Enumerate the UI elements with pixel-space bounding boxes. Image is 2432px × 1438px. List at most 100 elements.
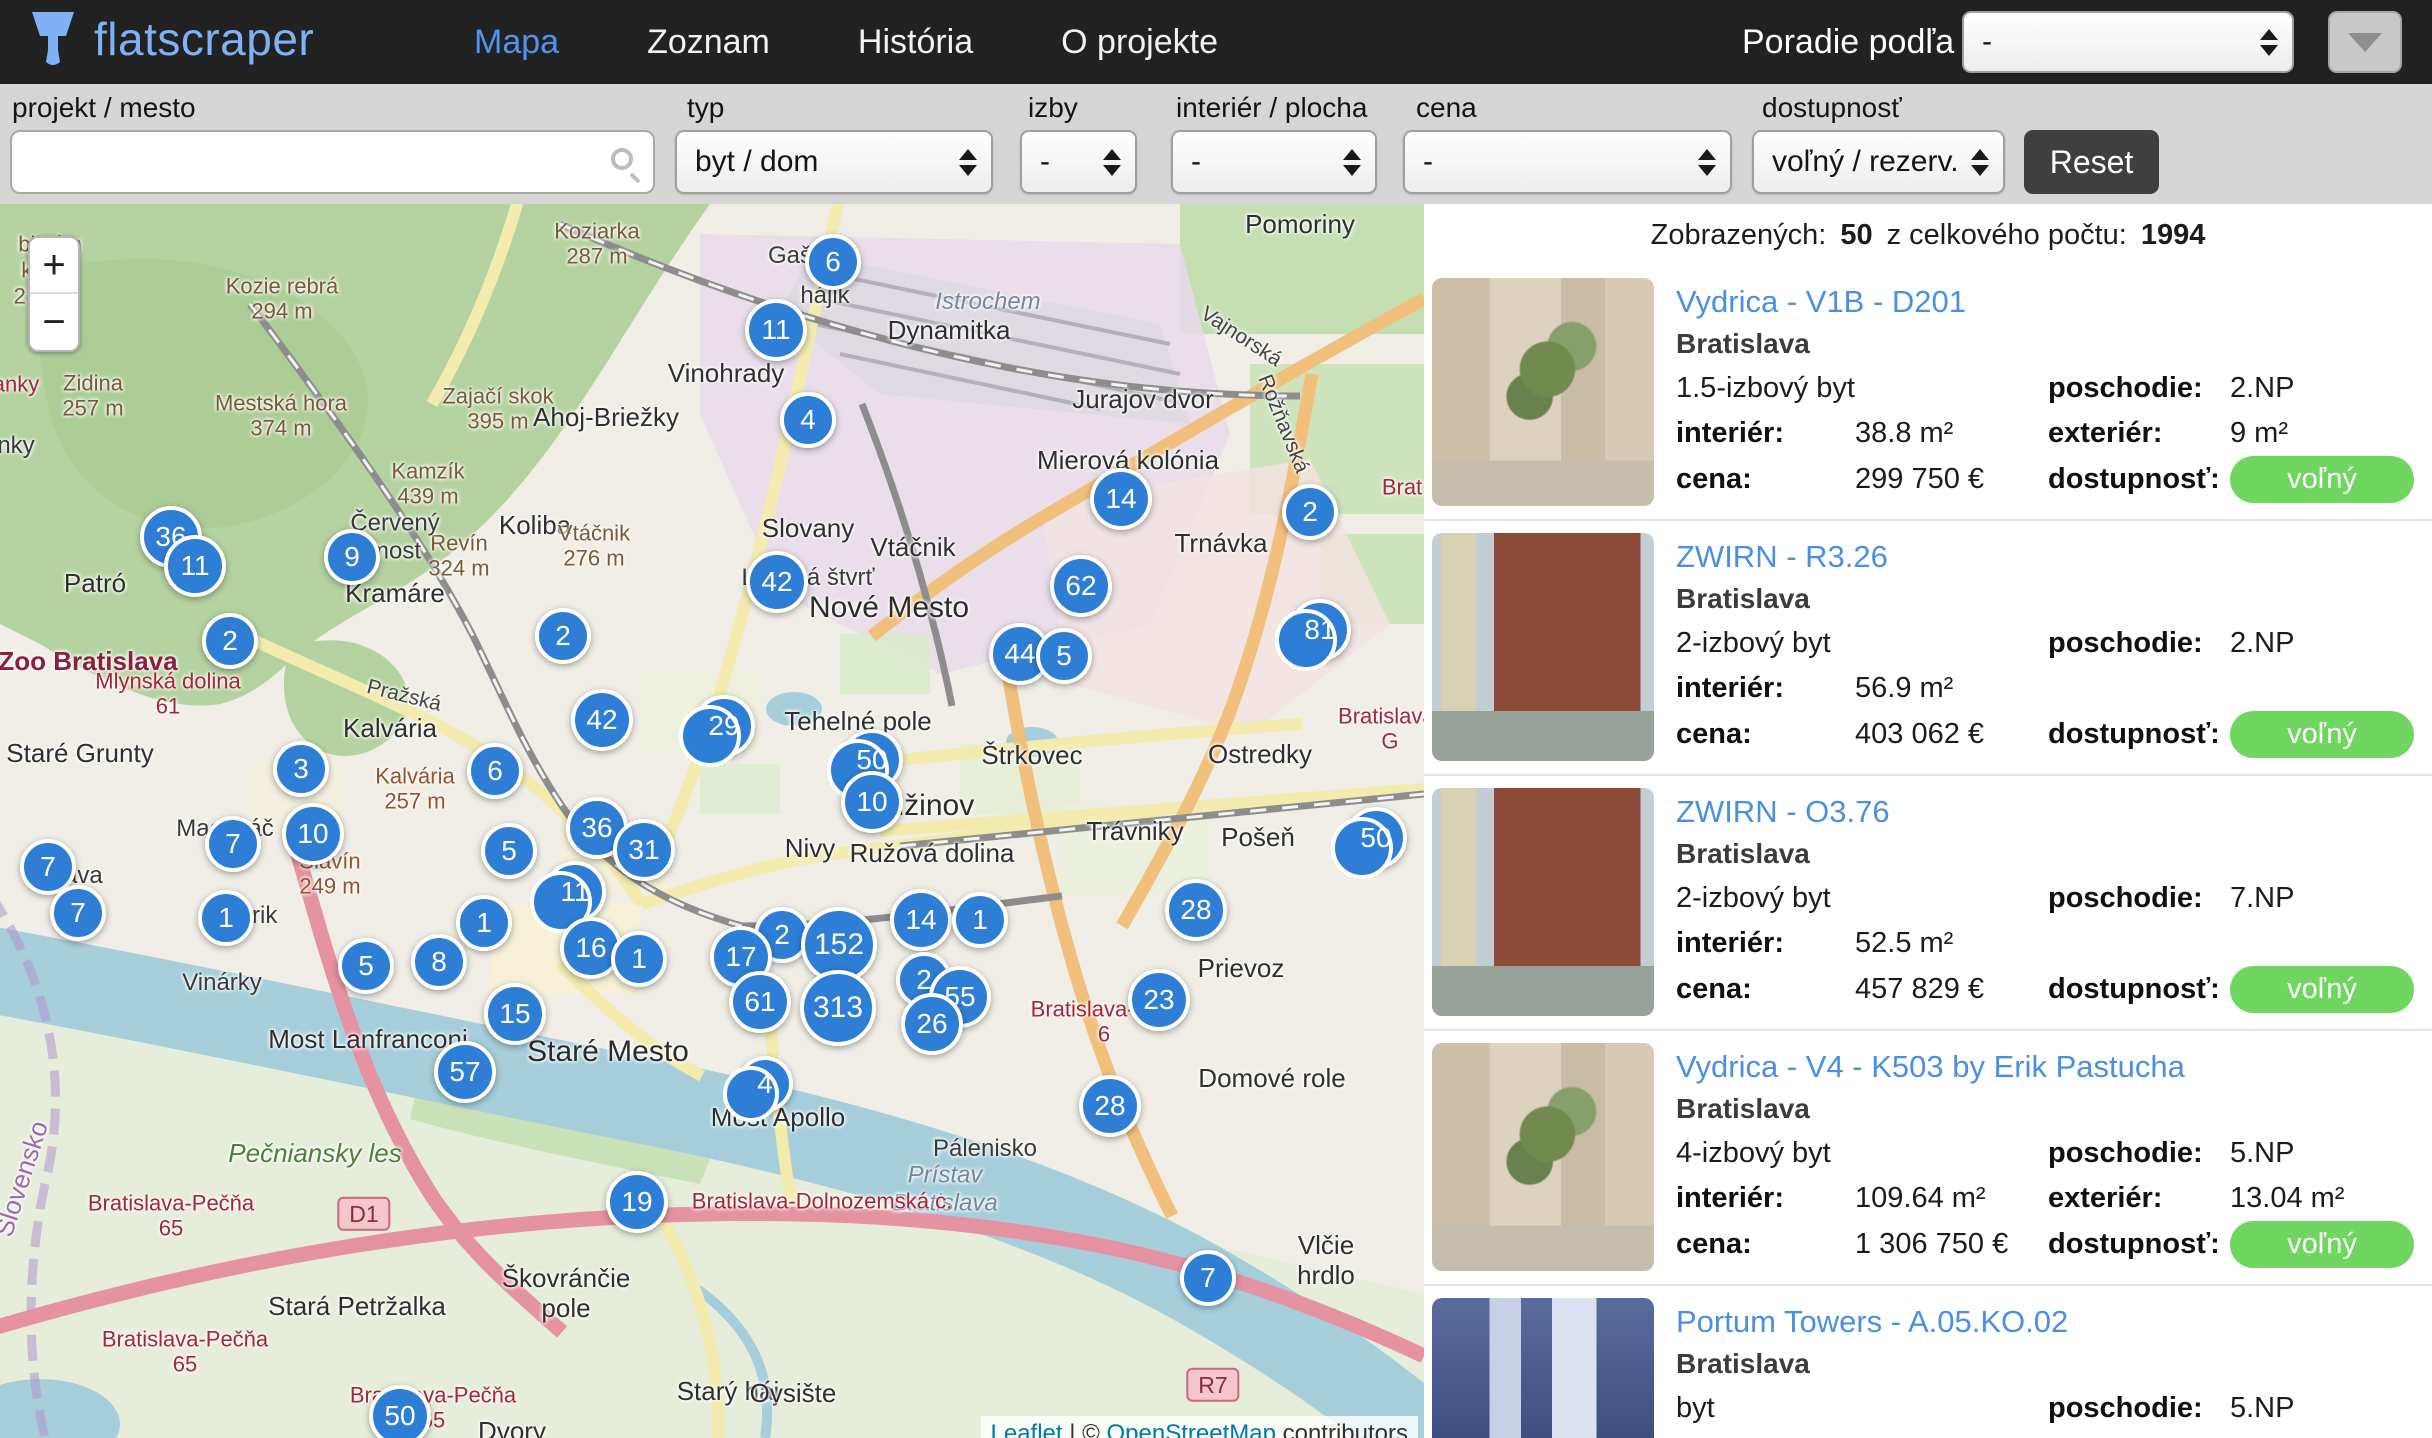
cluster-marker[interactable]: 9 bbox=[324, 529, 380, 585]
interior-area-select[interactable]: - bbox=[1171, 130, 1377, 194]
cluster-marker[interactable]: 5 bbox=[338, 938, 394, 994]
price-label: cena: bbox=[1676, 718, 1855, 751]
openstreetmap-link[interactable]: OpenStreetMap bbox=[1107, 1420, 1276, 1438]
cluster-marker[interactable]: 4 bbox=[737, 1056, 793, 1112]
reset-button[interactable]: Reset bbox=[2024, 130, 2159, 194]
cluster-marker[interactable]: 19 bbox=[606, 1171, 668, 1233]
cluster-marker[interactable]: 7 bbox=[205, 816, 261, 872]
cluster-marker[interactable]: 28 bbox=[1079, 1075, 1141, 1137]
search-icon bbox=[611, 148, 633, 170]
listing-city: Bratislava bbox=[1676, 583, 1810, 615]
zoom-in-button[interactable]: + bbox=[30, 238, 78, 294]
cluster-marker[interactable]: 6 bbox=[805, 234, 861, 290]
brand-logo[interactable]: flatscraper bbox=[26, 10, 314, 68]
cluster-marker[interactable]: 1 bbox=[456, 895, 512, 951]
cluster-marker[interactable]: 2 bbox=[1282, 484, 1338, 540]
listing-title-link[interactable]: ZWIRN - R3.26 bbox=[1676, 539, 1888, 575]
listing-photo[interactable] bbox=[1432, 533, 1654, 761]
cluster-marker[interactable]: 5 bbox=[1036, 628, 1092, 684]
rooms-select[interactable]: - bbox=[1020, 130, 1137, 194]
nav-item-zoznam[interactable]: Zoznam bbox=[603, 23, 814, 62]
interior-value: 38.8 m² bbox=[1855, 417, 2048, 450]
listing-card[interactable]: ZWIRN - O3.76 Bratislava 2-izbový byt po… bbox=[1424, 776, 2432, 1031]
cluster-marker[interactable]: 15 bbox=[484, 983, 546, 1045]
cluster-marker[interactable]: 14 bbox=[1090, 468, 1152, 530]
project-city-search-input[interactable] bbox=[26, 136, 586, 188]
cluster-marker[interactable]: 1 bbox=[611, 931, 667, 987]
cluster-marker[interactable]: 5 bbox=[481, 823, 537, 879]
sort-by-value: - bbox=[1982, 25, 1992, 59]
listing-title-link[interactable]: ZWIRN - O3.76 bbox=[1676, 794, 1890, 830]
listing-photo[interactable] bbox=[1432, 788, 1654, 1016]
cluster-marker[interactable]: 1 bbox=[952, 892, 1008, 948]
cluster-marker[interactable]: 26 bbox=[901, 993, 963, 1055]
brand-name: flatscraper bbox=[94, 12, 314, 66]
cluster-marker[interactable]: 10 bbox=[282, 803, 344, 865]
nav-item-historia[interactable]: História bbox=[814, 23, 1017, 62]
cluster-marker[interactable]: 4 bbox=[780, 392, 836, 448]
listing-photo[interactable] bbox=[1432, 278, 1654, 506]
availability-badge: voľný bbox=[2230, 711, 2414, 758]
listing-photo[interactable] bbox=[1432, 1298, 1654, 1438]
cluster-marker[interactable]: 8 bbox=[411, 934, 467, 990]
price-value: 457 829 € bbox=[1855, 973, 2048, 1006]
listing-card[interactable]: ZWIRN - R3.26 Bratislava 2-izbový byt po… bbox=[1424, 521, 2432, 776]
interior-label: interiér: bbox=[1676, 1182, 1855, 1215]
price-select[interactable]: - bbox=[1403, 130, 1732, 194]
cluster-marker[interactable]: 7 bbox=[1180, 1250, 1236, 1306]
cluster-marker[interactable]: 42 bbox=[746, 551, 808, 613]
cluster-marker[interactable]: 31 bbox=[613, 819, 675, 881]
search-label: projekt / mesto bbox=[12, 92, 196, 124]
cluster-marker[interactable]: 57 bbox=[434, 1041, 496, 1103]
listing-title-link[interactable]: Vydrica - V4 - K503 by Erik Pastucha bbox=[1676, 1049, 2185, 1085]
floor-value: 2.NP bbox=[2230, 627, 2418, 660]
cluster-marker[interactable]: 2 bbox=[535, 608, 591, 664]
zoom-out-button[interactable]: − bbox=[30, 294, 78, 350]
type-select-value: byt / dom bbox=[695, 145, 818, 179]
listing-card[interactable]: Vydrica - V1B - D201 Bratislava 1.5-izbo… bbox=[1424, 266, 2432, 521]
availability-label: dostupnosť: bbox=[2048, 1228, 2230, 1261]
cluster-marker[interactable]: 61 bbox=[729, 971, 791, 1033]
cluster-marker[interactable]: 62 bbox=[1050, 555, 1112, 617]
cluster-marker[interactable]: 11 bbox=[164, 535, 226, 597]
cluster-marker[interactable]: 3 bbox=[273, 741, 329, 797]
cluster-marker[interactable]: 2 bbox=[202, 613, 258, 669]
listing-card[interactable]: Portum Towers - A.05.KO.02 Bratislava by… bbox=[1424, 1286, 2432, 1438]
type-select[interactable]: byt / dom bbox=[675, 130, 993, 194]
interior-value: 56.9 m² bbox=[1855, 672, 2048, 705]
availability-select[interactable]: voľný / rezerv. bbox=[1752, 130, 2005, 194]
map-canvas[interactable]: PomorinyKoziarka 287 mGašhájikDynamitkaI… bbox=[0, 204, 1424, 1438]
cluster-marker[interactable]: 10 bbox=[841, 771, 903, 833]
price-label: cena: bbox=[1676, 463, 1855, 496]
exterior-value: 13.04 m² bbox=[2230, 1182, 2418, 1215]
select-arrows-icon bbox=[1343, 149, 1361, 176]
nav-item-o-projekte[interactable]: O projekte bbox=[1017, 23, 1262, 62]
listing-card[interactable]: Vydrica - V4 - K503 by Erik Pastucha Bra… bbox=[1424, 1031, 2432, 1286]
leaflet-link[interactable]: Leaflet bbox=[991, 1420, 1063, 1438]
nav-item-mapa[interactable]: Mapa bbox=[430, 23, 603, 62]
sort-direction-button[interactable] bbox=[2328, 11, 2402, 73]
listing-type: 4-izbový byt bbox=[1676, 1137, 2048, 1170]
cluster-marker[interactable]: 313 bbox=[800, 970, 876, 1046]
listing-photo[interactable] bbox=[1432, 1043, 1654, 1271]
cluster-marker[interactable]: 50 bbox=[369, 1385, 431, 1438]
floor-label: poschodie: bbox=[2048, 1392, 2230, 1425]
cluster-marker[interactable]: 23 bbox=[1128, 969, 1190, 1031]
cluster-marker[interactable]: 11 bbox=[544, 861, 606, 923]
interior-area-label: interiér / plocha bbox=[1176, 92, 1367, 124]
cluster-marker[interactable]: 28 bbox=[1165, 879, 1227, 941]
shown-label: Zobrazených: bbox=[1651, 219, 1827, 252]
cluster-marker[interactable]: 81 bbox=[1289, 599, 1351, 661]
cluster-marker[interactable]: 6 bbox=[467, 743, 523, 799]
cluster-marker[interactable]: 1 bbox=[198, 890, 254, 946]
listing-title-link[interactable]: Portum Towers - A.05.KO.02 bbox=[1676, 1304, 2068, 1340]
interior-value: 109.64 m² bbox=[1855, 1182, 2048, 1215]
cluster-marker[interactable]: 14 bbox=[890, 889, 952, 951]
cluster-marker[interactable]: 7 bbox=[50, 885, 106, 941]
sort-by-select[interactable]: - bbox=[1962, 11, 2294, 73]
cluster-marker[interactable]: 50 bbox=[1345, 807, 1407, 869]
cluster-marker[interactable]: 42 bbox=[571, 689, 633, 751]
cluster-marker[interactable]: 29 bbox=[693, 695, 755, 757]
listing-title-link[interactable]: Vydrica - V1B - D201 bbox=[1676, 284, 1966, 320]
cluster-marker[interactable]: 11 bbox=[745, 299, 807, 361]
